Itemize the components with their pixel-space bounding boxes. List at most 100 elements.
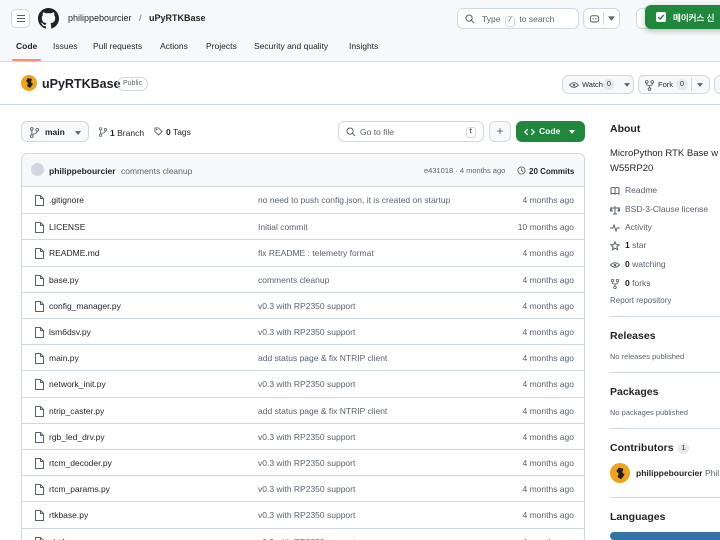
tab-security[interactable]: Security and quality — [254, 41, 328, 51]
file-row[interactable]: .gitignore no need to push config.json, i… — [22, 187, 584, 213]
tab-code[interactable]: Code — [16, 41, 37, 51]
file-row[interactable]: main.py add status page & fix NTRIP clien… — [22, 344, 584, 370]
breadcrumb-owner-link[interactable]: philippebourcier — [68, 13, 132, 23]
file-commit-message-link[interactable]: v0.3 with RP2350 support — [258, 301, 355, 311]
file-row[interactable]: rgb_led_drv.py v0.3 with RP2350 support 4 … — [22, 422, 584, 449]
commits-history-link[interactable]: 20 Commits — [517, 165, 574, 176]
tab-pull-requests[interactable]: Pull requests — [93, 41, 142, 51]
file-row[interactable]: rtkbase.py v0.3 with RP2350 support 4 mont… — [22, 501, 584, 527]
file-row[interactable]: rtcm_decoder.py v0.3 with RP2350 support 4… — [22, 449, 584, 475]
file-row[interactable]: rtcm_params.py v0.3 with RP2350 support 4 … — [22, 475, 584, 501]
tab-issues[interactable]: Issues — [53, 41, 78, 51]
branch-selector[interactable]: main — [21, 121, 89, 142]
github-logo-icon[interactable] — [38, 8, 59, 29]
packages-heading[interactable]: Packages — [610, 386, 658, 398]
tab-projects[interactable]: Projects — [206, 41, 237, 51]
go-to-file-input[interactable]: Go to file t — [338, 121, 484, 142]
commit-author-avatar[interactable] — [31, 163, 44, 176]
global-search-input[interactable]: Type / to search — [457, 8, 579, 29]
file-row[interactable]: lsm6dsv.py v0.3 with RP2350 support 4 mont… — [22, 318, 584, 344]
file-name-link[interactable]: base.py — [49, 275, 79, 285]
file-name-link[interactable]: sht4x.py — [49, 537, 81, 540]
file-name-link[interactable]: lsm6dsv.py — [49, 327, 91, 337]
file-name-link[interactable]: rtkbase.py — [49, 510, 88, 520]
file-name-link[interactable]: README.md — [49, 248, 100, 258]
file-row[interactable]: LICENSE Initial commit 10 months ago — [22, 213, 584, 239]
menu-icon[interactable] — [11, 9, 30, 28]
sidebar-divider — [610, 428, 720, 429]
go-to-file-placeholder: Go to file — [360, 127, 395, 137]
file-row[interactable]: sht4x.py v0.3 with RP2350 support 4 months… — [22, 527, 584, 540]
file-row[interactable]: ntrip_caster.py add status page & fix NTR… — [22, 396, 584, 423]
sidebar-divider — [610, 316, 720, 317]
sidebar-divider — [610, 372, 720, 373]
add-file-button[interactable]: + — [489, 121, 511, 142]
releases-heading[interactable]: Releases — [610, 330, 656, 342]
file-commit-age: 10 months ago — [517, 222, 574, 233]
file-commit-message-link[interactable]: comments cleanup — [258, 275, 329, 285]
file-row[interactable]: network_init.py v0.3 with RP2350 support 4… — [22, 370, 584, 396]
tab-actions[interactable]: Actions — [160, 41, 188, 51]
file-icon — [35, 536, 44, 540]
file-commit-message-link[interactable]: add status page & fix NTRIP client — [258, 353, 387, 363]
file-commit-age: 4 months ago — [522, 431, 574, 442]
code-button[interactable]: Code — [516, 121, 585, 142]
notification-toast[interactable]: 메이커스 신 — [645, 5, 720, 29]
file-commit-age: 4 months ago — [522, 484, 574, 495]
file-commit-age: 4 months ago — [522, 327, 574, 337]
file-name-link[interactable]: config_manager.py — [49, 301, 121, 311]
file-commit-message-link[interactable]: v0.3 with RP2350 support — [258, 327, 355, 337]
fork-button[interactable]: Fork 0 — [638, 75, 710, 94]
file-row[interactable]: config_manager.py v0.3 with RP2350 suppor… — [22, 291, 584, 318]
tab-insights[interactable]: Insights — [349, 41, 378, 51]
commit-hash-time[interactable]: e431018 · 4 months ago — [424, 166, 505, 175]
history-icon — [517, 166, 526, 175]
file-commit-message-link[interactable]: v0.3 with RP2350 support — [258, 458, 355, 468]
file-commit-message-link[interactable]: v0.3 with RP2350 support — [258, 379, 355, 389]
file-name-link[interactable]: rgb_led_drv.py — [49, 432, 105, 442]
file-name-link[interactable]: main.py — [49, 353, 79, 363]
file-name-link[interactable]: LICENSE — [49, 222, 85, 232]
file-name-link[interactable]: .gitignore — [49, 195, 84, 205]
contributor-link[interactable]: philippebourcier Phil — [636, 468, 719, 478]
repo-title[interactable]: uPyRTKBase — [42, 77, 121, 91]
code-icon — [524, 128, 535, 136]
chevron-down-icon — [624, 83, 630, 87]
tags-link[interactable]: 0 Tags — [154, 126, 191, 137]
file-commit-message-link[interactable]: v0.3 with RP2350 support — [258, 484, 355, 494]
file-commit-message-link[interactable]: Initial commit — [258, 222, 308, 232]
file-name-link[interactable]: network_init.py — [49, 379, 106, 389]
file-row[interactable]: README.md fix README : telemetry format 4 … — [22, 239, 584, 265]
file-row[interactable]: base.py comments cleanup 4 months ago — [22, 265, 584, 292]
latest-commit-bar: philippebourcier comments cleanup e43101… — [22, 154, 584, 187]
watch-button[interactable]: Watch 0 — [562, 75, 634, 94]
owner-avatar[interactable] — [21, 75, 37, 91]
branches-link[interactable]: 1 Branch — [99, 126, 144, 138]
top-header: philippebourcier / uPyRTKBase Type / to … — [0, 0, 720, 36]
commit-message-link[interactable]: comments cleanup — [121, 166, 192, 176]
file-commit-age: 4 months ago — [522, 248, 574, 259]
file-commit-message-link[interactable]: fix README : telemetry format — [258, 248, 374, 258]
file-commit-message-link[interactable]: v0.3 with RP2350 support — [258, 510, 355, 520]
file-name-link[interactable]: rtcm_params.py — [49, 484, 110, 494]
contributor-avatar[interactable] — [610, 463, 630, 483]
file-name-link[interactable]: ntrip_caster.py — [49, 406, 104, 416]
report-repository-link[interactable]: Report repository — [610, 296, 671, 308]
tag-icon — [154, 127, 163, 136]
commit-author-link[interactable]: philippebourcier — [49, 166, 116, 176]
file-name-link[interactable]: rtcm_decoder.py — [49, 458, 112, 468]
copilot-icon — [589, 15, 600, 23]
file-icon — [35, 274, 44, 286]
contributors-heading[interactable]: Contributors 1 — [610, 442, 690, 454]
file-commit-age: 4 months ago — [522, 537, 574, 540]
file-commit-message-link[interactable]: v0.3 with RP2350 support — [258, 537, 355, 540]
file-commit-message-link[interactable]: add status page & fix NTRIP client — [258, 406, 387, 416]
file-commit-message-link[interactable]: no need to push config.json, it is creat… — [258, 195, 450, 205]
chevron-down-icon — [608, 16, 615, 21]
copilot-button[interactable] — [583, 8, 620, 29]
repo-nav-tabs: Code Issues Pull requests Actions Projec… — [0, 36, 720, 62]
file-commit-age: 4 months ago — [522, 458, 574, 468]
breadcrumb-repo-link[interactable]: uPyRTKBase — [149, 13, 206, 23]
star-button[interactable] — [714, 75, 720, 94]
file-commit-message-link[interactable]: v0.3 with RP2350 support — [258, 432, 355, 442]
